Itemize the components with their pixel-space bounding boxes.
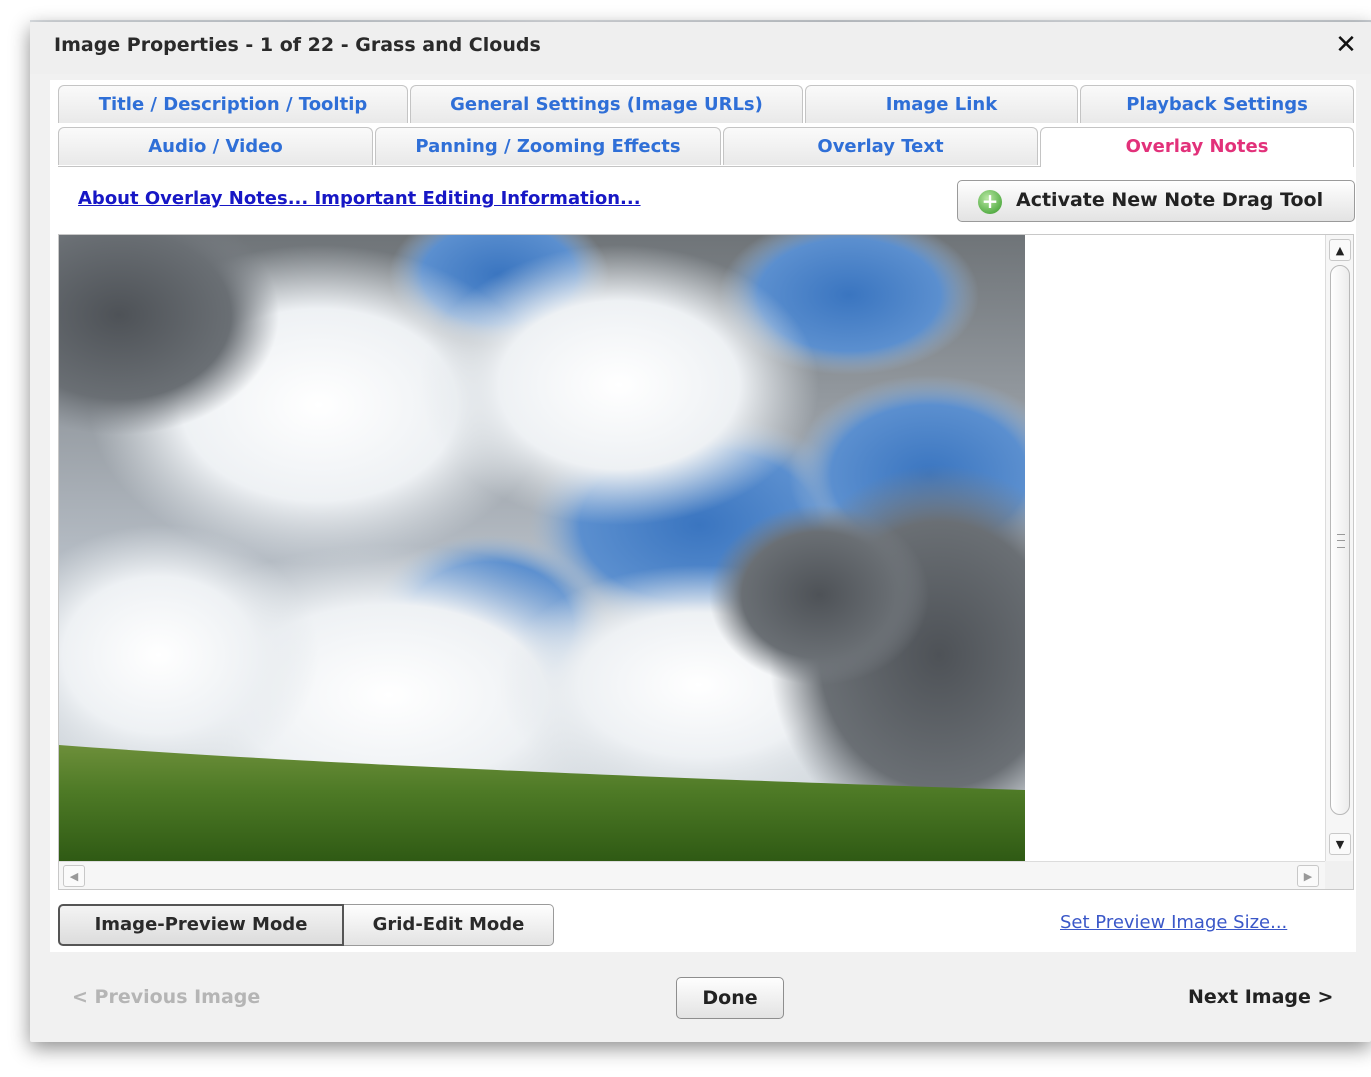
scroll-right-arrow-icon[interactable]: ▶ [1297,865,1319,887]
dialog-title: Image Properties - 1 of 22 - Grass and C… [54,34,541,56]
scroll-down-arrow-icon[interactable]: ▼ [1329,833,1351,855]
next-image-link[interactable]: Next Image > [1188,986,1333,1008]
vertical-scrollbar[interactable]: ▲ ▼ [1325,235,1353,861]
dialog-titlebar: Image Properties - 1 of 22 - Grass and C… [30,22,1371,74]
scrollbar-corner [1325,861,1353,889]
tab-overlay-text[interactable]: Overlay Text [723,127,1038,165]
drag-tool-label: Activate New Note Drag Tool [1016,189,1324,211]
set-preview-image-size-link[interactable]: Set Preview Image Size... [1060,912,1287,933]
grid-edit-mode-button[interactable]: Grid-Edit Mode [344,904,554,946]
grip-icon [1337,534,1345,548]
tab-general-settings[interactable]: General Settings (Image URLs) [410,85,803,123]
image-viewport: ▲ ▼ ◀ ▶ [58,234,1354,890]
tab-image-link[interactable]: Image Link [805,85,1078,123]
image-preview-mode-button[interactable]: Image-Preview Mode [58,904,344,946]
image-properties-dialog: Image Properties - 1 of 22 - Grass and C… [30,22,1371,1042]
close-icon[interactable]: ✕ [1331,30,1361,60]
scroll-up-arrow-icon[interactable]: ▲ [1329,239,1351,261]
vertical-scroll-thumb[interactable] [1330,265,1350,815]
plus-circle-icon: + [978,190,1002,214]
scroll-left-arrow-icon[interactable]: ◀ [63,865,85,887]
horizontal-scrollbar[interactable]: ◀ ▶ [59,861,1325,889]
tab-playback-settings[interactable]: Playback Settings [1080,85,1354,123]
activate-note-drag-tool-button[interactable]: + Activate New Note Drag Tool [957,180,1355,222]
grass-and-clouds-image [59,235,1025,861]
about-overlay-notes-link[interactable]: About Overlay Notes... Important Editing… [78,188,641,209]
tab-overlay-notes[interactable]: Overlay Notes [1040,127,1354,167]
previous-image-link[interactable]: < Previous Image [72,986,260,1008]
tab-title-description-tooltip[interactable]: Title / Description / Tooltip [58,85,408,123]
tab-audio-video[interactable]: Audio / Video [58,127,373,165]
tab-panning-zooming-effects[interactable]: Panning / Zooming Effects [375,127,721,165]
done-button[interactable]: Done [676,977,784,1019]
tab-divider [58,166,1040,167]
